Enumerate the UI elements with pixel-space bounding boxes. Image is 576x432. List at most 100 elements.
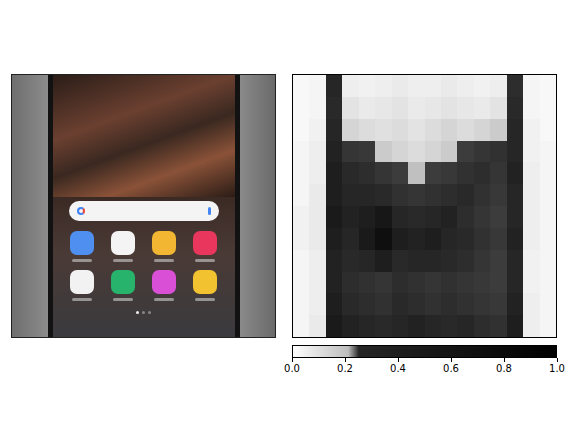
heatmap-cell xyxy=(359,162,375,184)
heatmap xyxy=(292,74,557,338)
heatmap-cell xyxy=(425,315,441,337)
heatmap-cell xyxy=(375,184,391,206)
heatmap-cell xyxy=(309,119,325,141)
heatmap-cell xyxy=(359,272,375,294)
heatmap-cell xyxy=(342,141,358,163)
heatmap-cell xyxy=(392,250,408,272)
heatmap-cell xyxy=(523,315,539,337)
heatmap-cell xyxy=(309,250,325,272)
app-icon xyxy=(111,231,135,262)
heatmap-cell xyxy=(408,272,424,294)
heatmap-cell xyxy=(309,184,325,206)
heatmap-cell xyxy=(326,119,342,141)
heatmap-cell xyxy=(540,97,556,119)
heatmap-cell xyxy=(507,141,523,163)
heatmap-cell xyxy=(342,206,358,228)
heatmap-cell xyxy=(342,162,358,184)
heatmap-cell xyxy=(375,119,391,141)
heatmap-cell xyxy=(392,184,408,206)
phone-photo xyxy=(11,74,276,338)
heatmap-cell xyxy=(359,119,375,141)
heatmap-cell xyxy=(490,228,506,250)
heatmap-cell xyxy=(309,228,325,250)
heatmap-cell xyxy=(490,184,506,206)
heatmap-cell xyxy=(490,315,506,337)
colorbar-tick: 0.0 xyxy=(277,358,307,375)
heatmap-cell xyxy=(326,184,342,206)
heatmap-cell xyxy=(523,75,539,97)
heatmap-cell xyxy=(523,228,539,250)
heatmap-cell xyxy=(342,184,358,206)
heatmap-cell xyxy=(457,97,473,119)
app-icon xyxy=(70,231,94,262)
heatmap-cell xyxy=(342,97,358,119)
heatmap-cell xyxy=(359,293,375,315)
phone-screen xyxy=(53,75,235,337)
heatmap-cell xyxy=(342,228,358,250)
heatmap-cell xyxy=(507,315,523,337)
heatmap-cell xyxy=(359,184,375,206)
colorbar xyxy=(292,345,557,358)
heatmap-cell xyxy=(375,293,391,315)
search-bar xyxy=(69,201,219,221)
heatmap-cell xyxy=(474,119,490,141)
app-icon xyxy=(70,270,94,301)
heatmap-cell xyxy=(457,228,473,250)
heatmap-cell xyxy=(474,206,490,228)
colorbar-tick: 0.2 xyxy=(330,358,360,375)
heatmap-cell xyxy=(375,97,391,119)
heatmap-cell xyxy=(540,293,556,315)
heatmap-cell xyxy=(474,272,490,294)
heatmap-cell xyxy=(359,206,375,228)
heatmap-cell xyxy=(408,293,424,315)
heatmap-cell xyxy=(441,75,457,97)
heatmap-cell xyxy=(540,119,556,141)
google-icon xyxy=(77,207,85,215)
heatmap-cell xyxy=(342,272,358,294)
heatmap-cell xyxy=(425,250,441,272)
heatmap-cell xyxy=(392,141,408,163)
heatmap-cell xyxy=(425,272,441,294)
heatmap-cell xyxy=(490,141,506,163)
heatmap-cell xyxy=(342,315,358,337)
heatmap-cell xyxy=(408,162,424,184)
heatmap-cell xyxy=(359,141,375,163)
heatmap-cell xyxy=(425,293,441,315)
heatmap-cell xyxy=(441,97,457,119)
heatmap-cell xyxy=(490,119,506,141)
heatmap-cell xyxy=(408,315,424,337)
heatmap-cell xyxy=(342,293,358,315)
heatmap-cell xyxy=(293,75,309,97)
heatmap-cell xyxy=(425,119,441,141)
heatmap-cell xyxy=(457,75,473,97)
phone xyxy=(48,75,240,337)
heatmap-cell xyxy=(326,162,342,184)
app-icon xyxy=(193,231,217,262)
heatmap-cell xyxy=(359,75,375,97)
heatmap-cell xyxy=(375,315,391,337)
heatmap-cell xyxy=(441,184,457,206)
heatmap-cell xyxy=(540,184,556,206)
heatmap-cell xyxy=(293,293,309,315)
heatmap-cell xyxy=(441,293,457,315)
heatmap-cell xyxy=(523,206,539,228)
heatmap-cell xyxy=(490,97,506,119)
heatmap-cell xyxy=(457,184,473,206)
heatmap-cell xyxy=(392,97,408,119)
heatmap-cell xyxy=(457,119,473,141)
colorbar-tick: 0.8 xyxy=(489,358,519,375)
heatmap-cell xyxy=(293,141,309,163)
heatmap-cell xyxy=(441,250,457,272)
heatmap-cell xyxy=(507,228,523,250)
heatmap-cell xyxy=(359,228,375,250)
heatmap-cell xyxy=(392,119,408,141)
wallpaper xyxy=(53,75,235,197)
heatmap-cell xyxy=(490,162,506,184)
heatmap-cell xyxy=(540,272,556,294)
colorbar-ticks: 0.00.20.40.60.81.0 xyxy=(277,358,572,375)
heatmap-cell xyxy=(474,228,490,250)
heatmap-cell xyxy=(490,293,506,315)
heatmap-cell xyxy=(293,119,309,141)
heatmap-cell xyxy=(375,250,391,272)
heatmap-cell xyxy=(408,75,424,97)
